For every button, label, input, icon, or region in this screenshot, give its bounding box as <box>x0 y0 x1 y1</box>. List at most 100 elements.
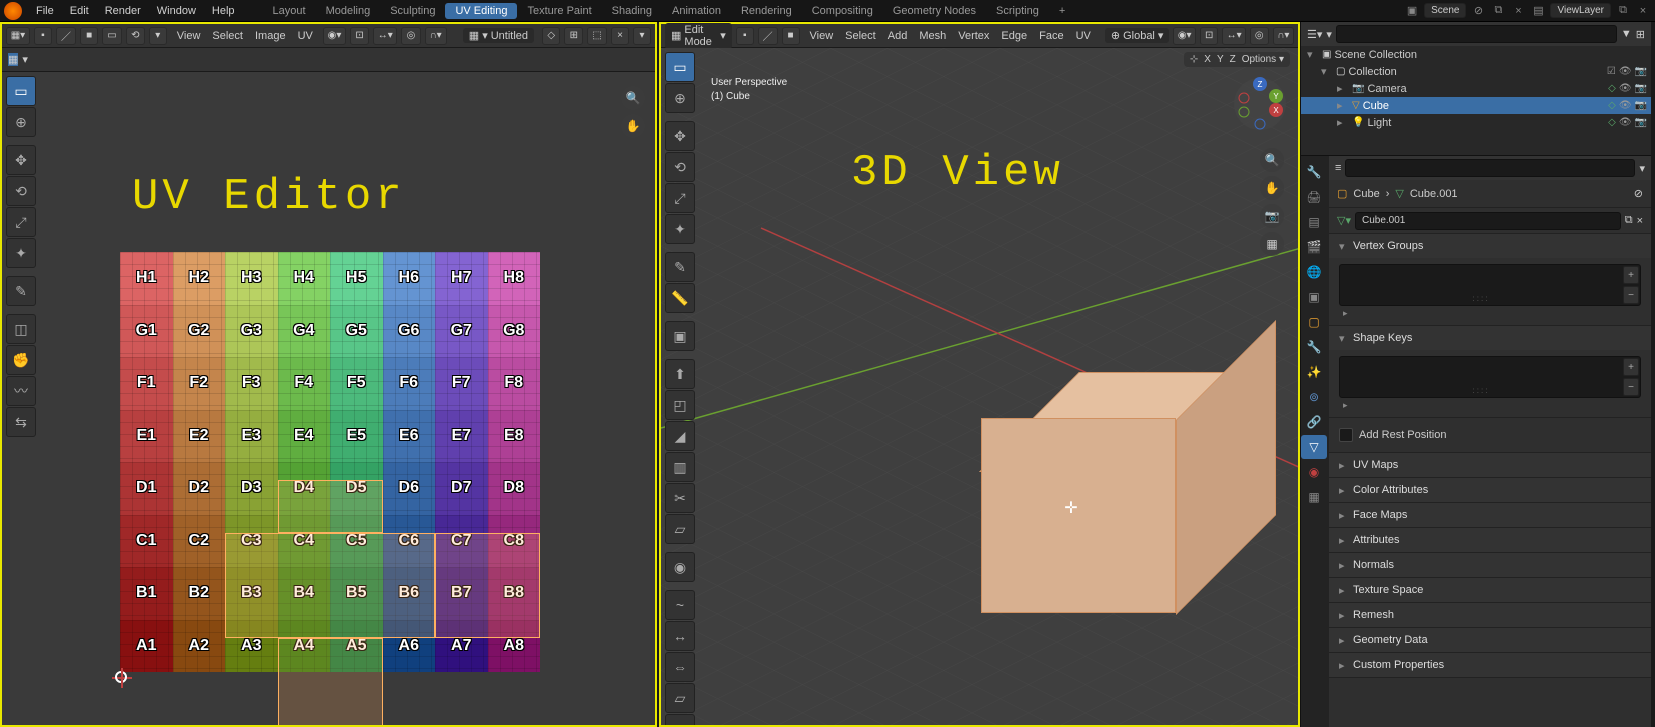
zoom-icon[interactable]: 🔍 <box>1260 148 1284 172</box>
cursor-tool[interactable]: ⊕ <box>6 107 36 137</box>
panel-header[interactable]: ▾Shape Keys <box>1329 326 1651 350</box>
workspace-scripting[interactable]: Scripting <box>986 5 1049 17</box>
select-tool[interactable]: ▭ <box>6 76 36 106</box>
3d-menu-vertex[interactable]: Vertex <box>952 30 995 42</box>
workspace-texture-paint[interactable]: Texture Paint <box>517 5 601 17</box>
3d-menu-mesh[interactable]: Mesh <box>913 30 952 42</box>
uv-select-mode-face[interactable]: ■ <box>80 27 98 45</box>
uv-menu-uv[interactable]: UV <box>292 30 319 42</box>
pan-icon[interactable]: ✋ <box>621 114 645 138</box>
tab-collection[interactable]: ▣ <box>1301 285 1327 309</box>
select-mode-face[interactable]: ■ <box>782 27 800 45</box>
uv-sticky-selection[interactable]: ▾ <box>149 27 167 45</box>
uv-display-stretch[interactable]: ▦ <box>8 53 18 66</box>
panel-header[interactable]: ▸Normals <box>1329 553 1651 577</box>
camera-view-icon[interactable]: 📷 <box>1260 204 1284 228</box>
workspace-compositing[interactable]: Compositing <box>802 5 883 17</box>
annotate-tool[interactable]: ✎ <box>6 276 36 306</box>
uv-select-mode-island[interactable]: ▭ <box>102 27 122 45</box>
add-cube-tool[interactable]: ▣ <box>665 321 695 351</box>
workspace-geometry-nodes[interactable]: Geometry Nodes <box>883 5 986 17</box>
move-tool[interactable]: ✥ <box>665 121 695 151</box>
cursor-tool[interactable]: ⊕ <box>665 83 695 113</box>
new-collection-icon[interactable]: ⊞ <box>1636 28 1645 41</box>
tab-material[interactable]: ◉ <box>1301 460 1327 484</box>
uv-viewport[interactable]: ▭ ⊕ ✥ ⟲ ⤢ ✦ ✎ ◫ ✊ 〰 ⇆ UV Editor H1H2H3H4… <box>2 72 655 725</box>
uv-menu-select[interactable]: Select <box>206 30 249 42</box>
copy-icon[interactable]: ⧉ <box>1615 3 1631 19</box>
menu-file[interactable]: File <box>28 5 62 17</box>
proportional-edit[interactable]: ◎ <box>401 27 420 45</box>
outliner-item-camera[interactable]: ▸📷Camera◇👁📷 <box>1301 80 1651 97</box>
snap-mode[interactable]: ↔▾ <box>373 27 397 45</box>
close-icon[interactable]: × <box>1635 3 1651 19</box>
pin-icon[interactable]: ⊘ <box>1634 187 1643 200</box>
workspace-animation[interactable]: Animation <box>662 5 731 17</box>
3d-menu-select[interactable]: Select <box>839 30 882 42</box>
rip-tool[interactable]: ✂ <box>665 714 695 725</box>
new-icon[interactable]: ⊞ <box>564 27 583 45</box>
panel-header[interactable]: ▸Custom Properties <box>1329 653 1651 677</box>
select-mode-vertex[interactable]: ▪ <box>736 27 754 45</box>
viewlayer-field[interactable]: ViewLayer <box>1550 3 1611 18</box>
options-icon[interactable]: ▾ <box>1639 162 1645 175</box>
menu-help[interactable]: Help <box>204 5 243 17</box>
zoom-icon[interactable]: 🔍 <box>621 86 645 110</box>
move-tool[interactable]: ✥ <box>6 145 36 175</box>
tab-scene[interactable]: 🎬 <box>1301 235 1327 259</box>
outliner-type-icon[interactable]: ☰▾ <box>1307 28 1322 41</box>
scale-tool[interactable]: ⤢ <box>6 207 36 237</box>
proportional-falloff[interactable]: ∩▾ <box>1273 27 1294 45</box>
unlink-icon[interactable]: × <box>1637 215 1643 227</box>
uv-sync-selection[interactable]: ⟲ <box>126 27 145 45</box>
orientation-selector[interactable]: ⊕ Global ▾ <box>1105 28 1170 43</box>
outliner-search[interactable] <box>1336 25 1617 43</box>
inset-tool[interactable]: ◰ <box>665 390 695 420</box>
tab-particles[interactable]: ✨ <box>1301 360 1327 384</box>
expand-icon[interactable]: ▸ <box>1339 398 1641 411</box>
workspace-layout[interactable]: Layout <box>263 5 316 17</box>
options-dropdown[interactable]: Options ▾ <box>1242 54 1284 65</box>
3d-viewport-area[interactable]: ⊹ X Y Z Options ▾ ▭ ⊕ ✥ ⟲ ⤢ ✦ ✎ 📏 ▣ ⬆ <box>661 48 1298 725</box>
extrude-tool[interactable]: ⬆ <box>665 359 695 389</box>
unlink-icon[interactable]: × <box>611 27 629 45</box>
panel-header[interactable]: ▸Geometry Data <box>1329 628 1651 652</box>
shape-keys-list[interactable]: :::: +− <box>1339 356 1641 398</box>
pin-icon[interactable]: ⊘ <box>1470 3 1486 19</box>
outliner-item-cube[interactable]: ▸▽Cube◇👁📷 <box>1301 97 1651 114</box>
perspective-icon[interactable]: ▦ <box>1260 232 1284 256</box>
uv-select-mode-edge[interactable]: ／ <box>56 27 76 45</box>
tab-viewlayer[interactable]: ▤ <box>1301 210 1327 234</box>
props-type-icon[interactable]: ≡ <box>1335 162 1341 174</box>
panel-header[interactable]: ▸UV Maps <box>1329 453 1651 477</box>
display-mode[interactable]: ▾ <box>1326 28 1332 41</box>
tab-texture[interactable]: ▦ <box>1301 485 1327 509</box>
overlay-y-button[interactable]: Y <box>1217 54 1224 65</box>
relax-tool[interactable]: 〰 <box>6 376 36 406</box>
grab-tool[interactable]: ✊ <box>6 345 36 375</box>
outliner-item-light[interactable]: ▸💡Light◇👁📷 <box>1301 114 1651 131</box>
tab-modifier[interactable]: 🔧 <box>1301 335 1327 359</box>
scene-field[interactable]: Scene <box>1424 3 1466 18</box>
workspace-rendering[interactable]: Rendering <box>731 5 802 17</box>
uv-select-mode-vertex[interactable]: ▪ <box>34 27 52 45</box>
annotate-tool[interactable]: ✎ <box>665 252 695 282</box>
image-selector[interactable]: ▦▾ Untitled <box>463 28 534 43</box>
editor-type-selector[interactable]: ▦▾ <box>6 27 30 45</box>
uv-chevron-icon[interactable]: ▾ <box>22 53 28 66</box>
expand-icon[interactable]: ▸ <box>1339 306 1641 319</box>
snap-button[interactable]: ⊡ <box>1200 27 1218 45</box>
panel-header[interactable]: ▸Texture Space <box>1329 578 1651 602</box>
3d-menu-view[interactable]: View <box>804 30 840 42</box>
add-workspace-button[interactable]: + <box>1049 5 1075 17</box>
pivot-button[interactable]: ◉▾ <box>323 27 346 45</box>
knife-tool[interactable]: ✂ <box>665 483 695 513</box>
rip-tool[interactable]: ◫ <box>6 314 36 344</box>
tab-physics[interactable]: ⊚ <box>1301 385 1327 409</box>
mode-selector[interactable]: ▦ Edit Mode ▾ <box>665 23 732 49</box>
uv-menu-image[interactable]: Image <box>249 30 292 42</box>
add-button[interactable]: + <box>1623 266 1639 284</box>
menu-edit[interactable]: Edit <box>62 5 97 17</box>
loopcut-tool[interactable]: ▥ <box>665 452 695 482</box>
panel-header[interactable]: ▸Attributes <box>1329 528 1651 552</box>
